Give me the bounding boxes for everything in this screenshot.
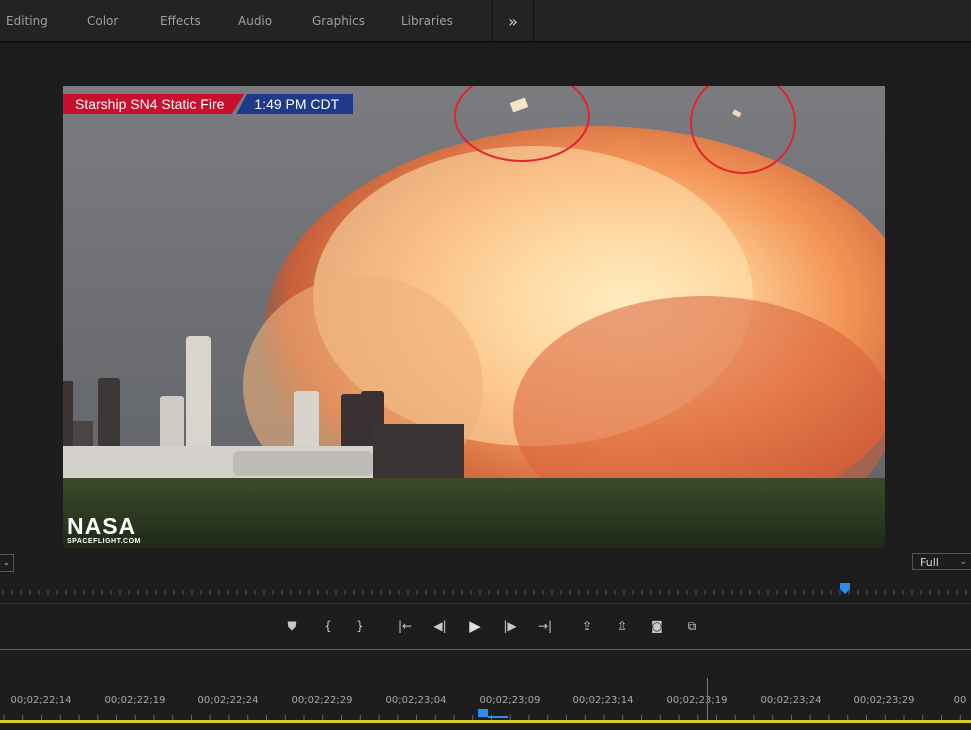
- mark-out-button[interactable]: }: [349, 616, 371, 636]
- work-area-bar[interactable]: [0, 720, 971, 723]
- lower-third-banner: Starship SN4 Static Fire 1:49 PM CDT: [63, 94, 354, 114]
- playback-resolution-dropdown[interactable]: Full ⌄: [912, 553, 971, 570]
- resolution-value: Full: [920, 556, 939, 569]
- tab-audio[interactable]: Audio: [238, 14, 272, 28]
- mark-in-button[interactable]: {: [317, 616, 339, 636]
- lower-third-time: 1:49 PM CDT: [236, 94, 354, 114]
- workspace-tab-bar: Editing Color Effects Audio Graphics Lib…: [0, 0, 971, 42]
- cursor-indicator-line: [707, 678, 708, 720]
- timecode-label: 00;02;22;14: [10, 695, 72, 706]
- logo-sub-text: SPACEFLIGHT.COM: [67, 538, 141, 545]
- add-marker-button[interactable]: ⛊: [281, 616, 303, 636]
- timecode-label: 00;02;22;29: [291, 695, 353, 706]
- tab-editing[interactable]: Editing: [6, 14, 48, 28]
- timecode-label: 00;02;23;04: [385, 695, 447, 706]
- go-to-out-button[interactable]: →|: [534, 616, 556, 636]
- step-forward-button[interactable]: |▶: [499, 616, 521, 636]
- extract-button[interactable]: ⇫: [611, 616, 633, 636]
- timecode-label: 00;02;23;29: [853, 695, 915, 706]
- ruler-divider: [0, 603, 971, 604]
- tab-graphics[interactable]: Graphics: [312, 14, 365, 28]
- more-workspaces-button[interactable]: »: [492, 0, 534, 42]
- program-monitor-video[interactable]: Starship SN4 Static Fire 1:49 PM CDT NAS…: [63, 86, 885, 548]
- lower-third-title: Starship SN4 Static Fire: [63, 94, 245, 114]
- zoom-level-dropdown[interactable]: ⌄: [0, 554, 14, 572]
- step-back-button[interactable]: ◀|: [429, 616, 451, 636]
- export-frame-button[interactable]: ◙: [646, 616, 668, 636]
- timecode-label: 00;02;23;24: [760, 695, 822, 706]
- nasa-spaceflight-logo: NASA SPACEFLIGHT.COM: [67, 514, 141, 545]
- tab-libraries[interactable]: Libraries: [401, 14, 453, 28]
- timecode-label: 00;02;23;09: [479, 695, 541, 706]
- play-button[interactable]: ▶: [464, 616, 486, 636]
- logo-main-text: NASA: [67, 513, 137, 539]
- timecode-label: 00: [953, 695, 967, 706]
- panel-divider: [0, 41, 971, 43]
- lift-button[interactable]: ⇪: [576, 616, 598, 636]
- chevron-down-icon: ⌄: [959, 557, 967, 567]
- tab-effects[interactable]: Effects: [160, 14, 201, 28]
- comparison-view-button[interactable]: ⧉: [681, 616, 703, 636]
- timeline-playhead-icon[interactable]: [478, 709, 508, 719]
- tab-color[interactable]: Color: [87, 14, 118, 28]
- video-frame-image: [63, 86, 885, 548]
- transport-controls: ⛊ { } |← ◀| ▶ |▶ →| ⇪ ⇫ ◙ ⧉: [0, 610, 971, 642]
- go-to-in-button[interactable]: |←: [394, 616, 416, 636]
- timecode-label: 00;02;22;19: [104, 695, 166, 706]
- timecode-label: 00;02;23;14: [572, 695, 634, 706]
- timecode-label: 00;02;22;24: [197, 695, 259, 706]
- timecode-label: 00;02;23;19: [666, 695, 728, 706]
- monitor-time-ruler[interactable]: [0, 583, 971, 601]
